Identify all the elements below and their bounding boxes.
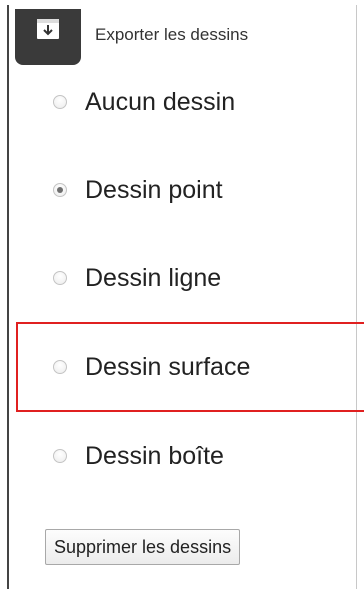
panel-header: Exporter les dessins (15, 9, 248, 65)
option-dessin-point[interactable]: Dessin point (53, 170, 223, 210)
option-label: Dessin point (85, 175, 223, 204)
option-label: Dessin boîte (85, 441, 224, 470)
option-label: Aucun dessin (85, 87, 236, 116)
option-label: Dessin surface (85, 352, 251, 381)
option-dessin-boite[interactable]: Dessin boîte (53, 436, 224, 476)
option-label: Dessin ligne (85, 263, 222, 292)
radio-dessin-point[interactable] (53, 183, 67, 197)
download-icon (37, 19, 59, 39)
drawing-export-page: Exporter les dessins Aucun dessin Dessin… (0, 0, 364, 589)
export-drawings-button[interactable] (15, 9, 81, 65)
option-dessin-surface[interactable]: Dessin surface (53, 347, 250, 387)
delete-drawings-button[interactable]: Supprimer les dessins (45, 529, 241, 565)
radio-dessin-ligne[interactable] (53, 271, 67, 285)
option-aucun-dessin[interactable]: Aucun dessin (53, 82, 235, 122)
radio-dessin-surface[interactable] (53, 360, 67, 374)
radio-aucun-dessin[interactable] (53, 95, 67, 109)
radio-dessin-boite[interactable] (53, 449, 67, 463)
panel-title: Exporter les dessins (95, 25, 249, 44)
option-dessin-ligne[interactable]: Dessin ligne (53, 258, 221, 298)
